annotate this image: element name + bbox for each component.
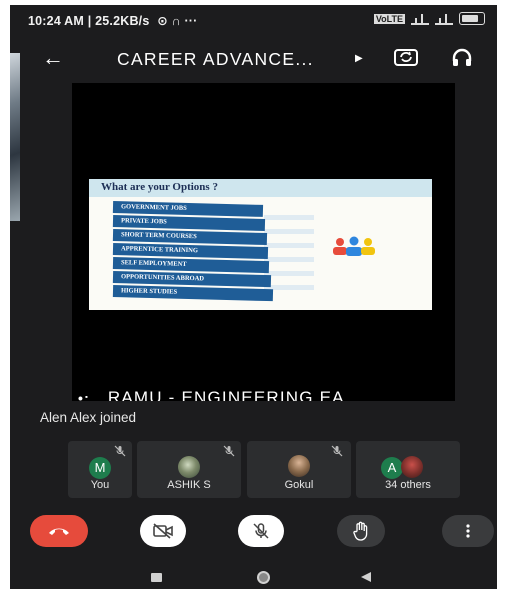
participant-tile[interactable]: M You xyxy=(68,441,132,498)
triangle-back-icon[interactable] xyxy=(360,571,372,583)
battery-icon xyxy=(459,12,485,25)
camera-toggle-button[interactable] xyxy=(140,515,186,547)
signal-icon-2 xyxy=(435,12,453,25)
presenting-icon: •: xyxy=(78,390,90,401)
more-vertical-icon xyxy=(466,524,470,538)
meeting-title[interactable]: CAREER ADVANCE... xyxy=(117,49,314,70)
avatar xyxy=(288,455,310,477)
mic-off-icon xyxy=(114,445,126,457)
presenter-name: RAMU - ENGINEERING EA xyxy=(107,388,345,401)
participant-name: ASHIK S xyxy=(167,479,211,491)
play-icon[interactable]: ▶ xyxy=(355,53,363,64)
slide-option: HIGHER STUDIES xyxy=(112,285,274,302)
slide-title: What are your Options ? xyxy=(101,181,218,193)
system-nav-bar xyxy=(10,567,497,589)
mic-toggle-button[interactable] xyxy=(238,515,284,547)
avatar xyxy=(401,456,423,478)
headset-icon[interactable] xyxy=(450,46,474,70)
people-illustration-icon xyxy=(333,236,375,256)
circle-icon[interactable] xyxy=(257,571,270,584)
slide-option: PRIVATE JOBS xyxy=(112,215,266,231)
participant-tile[interactable]: ASHIK S xyxy=(137,441,241,498)
status-network-speed: 25.2KB/s xyxy=(95,14,150,28)
volte-badge: VoLTE xyxy=(373,13,405,24)
status-extra-icons: ⊙ ∩ ··· xyxy=(157,14,198,28)
slide-decoration xyxy=(264,243,314,248)
participant-name: You xyxy=(90,479,110,491)
slide-option: GOVERNMENT JOBS xyxy=(112,201,264,217)
avatar: M xyxy=(89,457,111,479)
status-bar: 10:24 AM | 25.2KB/s ⊙ ∩ ··· VoLTE xyxy=(10,5,497,35)
slide-decoration xyxy=(264,271,314,276)
mic-off-icon xyxy=(223,445,235,457)
raise-hand-icon xyxy=(353,521,368,541)
presentation-stage[interactable]: What are your Options ? GOVERNMENT JOBS … xyxy=(72,83,455,401)
end-call-button[interactable] xyxy=(30,515,88,547)
end-call-icon xyxy=(49,528,69,535)
join-notification: Alen Alex joined xyxy=(40,410,137,425)
square-icon[interactable] xyxy=(151,573,162,582)
call-controls xyxy=(10,515,497,555)
shared-slide: What are your Options ? GOVERNMENT JOBS … xyxy=(89,179,432,310)
meeting-top-bar: ← CAREER ADVANCE... ▶ xyxy=(10,39,497,79)
participant-tile[interactable]: Gokul xyxy=(247,441,351,498)
phone-screen: 10:24 AM | 25.2KB/s ⊙ ∩ ··· VoLTE ← CARE… xyxy=(10,5,497,589)
raise-hand-button[interactable] xyxy=(337,515,385,547)
status-time: 10:24 AM xyxy=(28,14,85,28)
arrow-left-icon[interactable]: ← xyxy=(42,45,64,71)
camera-off-icon xyxy=(153,523,173,539)
camera-flip-icon[interactable] xyxy=(393,47,419,67)
mic-off-icon xyxy=(331,445,343,457)
participant-name: 34 others xyxy=(385,479,431,491)
avatar: A xyxy=(381,457,403,479)
more-options-button[interactable] xyxy=(442,515,494,547)
mic-off-icon xyxy=(253,523,269,539)
presenter-label: •: RAMU - ENGINEERING EA xyxy=(78,388,345,401)
signal-icon xyxy=(411,12,429,25)
slide-decoration xyxy=(264,257,314,262)
slide-decoration xyxy=(264,229,314,234)
participant-name: Gokul xyxy=(284,479,314,491)
participant-tile[interactable]: A 34 others xyxy=(356,441,460,498)
avatar xyxy=(178,456,200,478)
slide-decoration xyxy=(264,215,314,220)
